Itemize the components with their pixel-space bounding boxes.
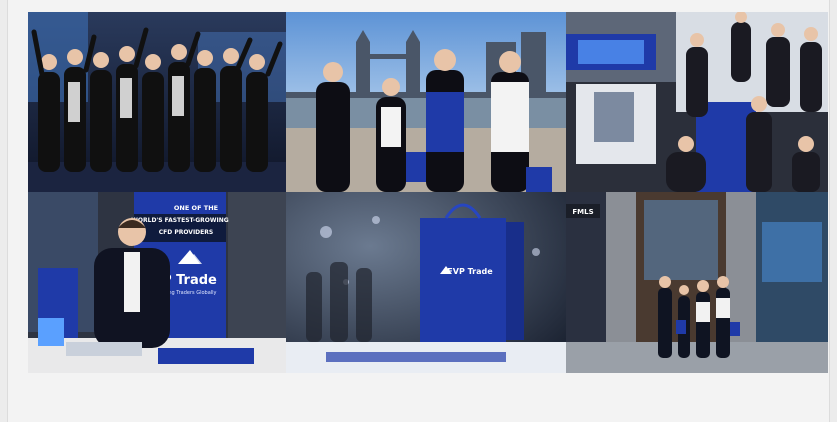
photo-booth-presenter[interactable]: ONE OF THE WORLD'S FASTEST-GROWING CFD P… xyxy=(28,192,286,373)
street-sign: FMLS xyxy=(572,208,593,216)
banner-line1: ONE OF THE xyxy=(174,204,218,212)
banner-line3: CFD PROVIDERS xyxy=(159,229,213,236)
photo-icon xyxy=(286,12,566,192)
photo-icon: FVP Trade xyxy=(286,192,566,373)
photo-icon xyxy=(28,12,286,192)
photo-expo-booth-crowd[interactable] xyxy=(566,12,828,192)
photo-branded-bag[interactable]: FVP Trade xyxy=(286,192,566,373)
photo-icon xyxy=(566,12,828,192)
photo-street-entrance[interactable]: FMLS xyxy=(566,192,828,373)
banner-line2: WORLD'S FASTEST-GROWING xyxy=(131,217,228,224)
photo-tower-bridge-group[interactable] xyxy=(286,12,566,192)
photo-icon: ONE OF THE WORLD'S FASTEST-GROWING CFD P… xyxy=(28,192,286,373)
photo-icon: FMLS xyxy=(566,192,828,373)
gallery-frame: ONE OF THE WORLD'S FASTEST-GROWING CFD P… xyxy=(7,0,830,422)
photo-team-celebration[interactable] xyxy=(28,12,286,192)
photo-grid: ONE OF THE WORLD'S FASTEST-GROWING CFD P… xyxy=(28,12,828,373)
bag-brand: FVP Trade xyxy=(447,267,493,276)
